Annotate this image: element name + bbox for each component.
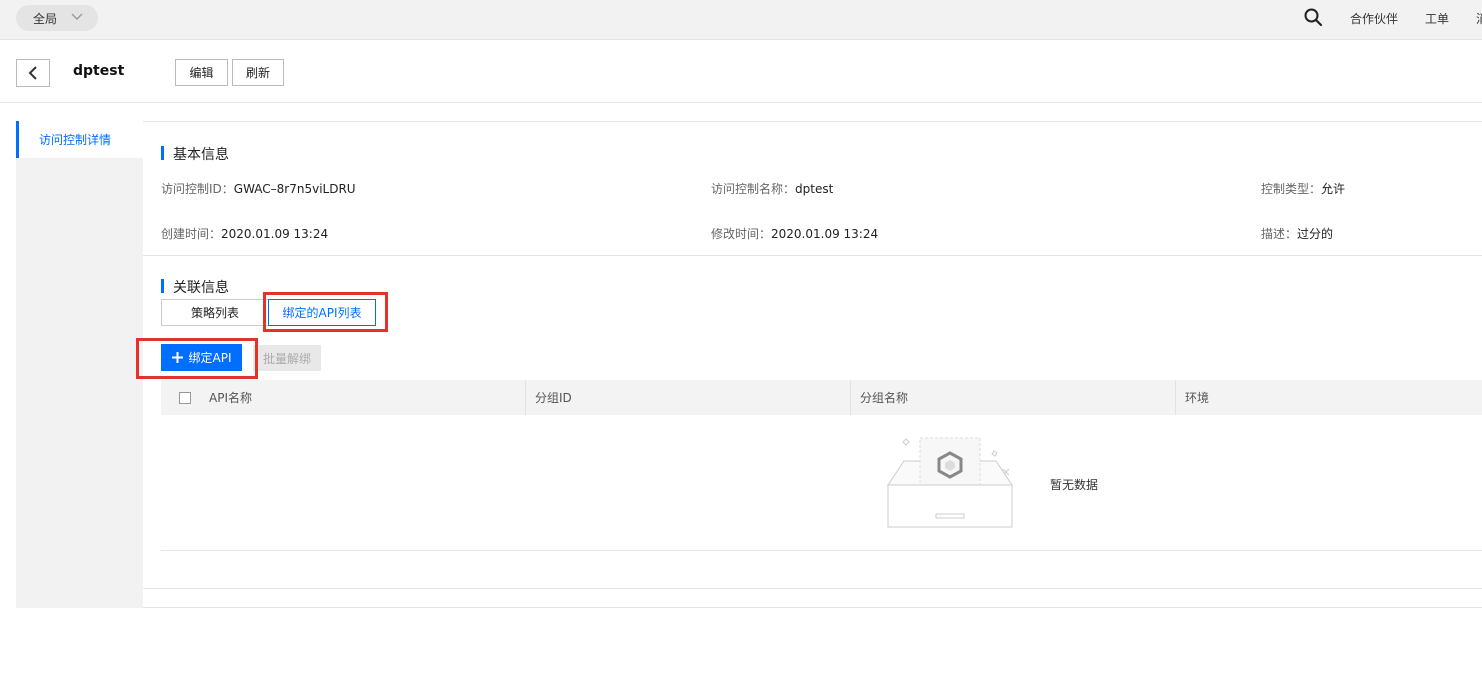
description: 描述：过分的 xyxy=(1261,225,1333,242)
partner-link[interactable]: 合作伙伴 xyxy=(1350,10,1398,27)
top-bar: 全局 合作伙伴 工单 消 xyxy=(0,0,1482,40)
search-icon[interactable] xyxy=(1303,7,1323,27)
field-label: 访问控制ID： xyxy=(161,182,234,196)
select-all-checkbox[interactable] xyxy=(179,392,191,404)
basic-info-title: 基本信息 xyxy=(161,144,229,164)
table-header: API名称 分组ID 分组名称 环境 xyxy=(161,380,1482,415)
chevron-left-icon xyxy=(28,66,37,80)
section-divider xyxy=(143,255,1482,256)
column-api-name[interactable]: API名称 xyxy=(209,380,252,415)
message-link[interactable]: 消 xyxy=(1476,10,1482,27)
page-title: dptest xyxy=(73,63,125,79)
empty-box-icon xyxy=(887,437,1013,528)
created-time: 创建时间：2020.01.09 13:24 xyxy=(161,225,328,242)
batch-unbind-button[interactable]: 批量解绑 xyxy=(253,345,321,371)
field-value: 2020.01.09 13:24 xyxy=(221,227,329,241)
field-label: 创建时间： xyxy=(161,227,222,241)
column-divider xyxy=(525,380,526,415)
field-value: dptest xyxy=(795,182,834,196)
access-control-id: 访问控制ID：GWAC–8r7n5viLDRU xyxy=(161,180,356,197)
table-bottom-line xyxy=(161,550,1482,551)
tab-bound-api-list[interactable]: 绑定的API列表 xyxy=(268,299,376,326)
ticket-link[interactable]: 工单 xyxy=(1425,10,1449,27)
access-control-name: 访问控制名称：dptest xyxy=(711,180,833,197)
control-type: 控制类型：允许 xyxy=(1261,180,1345,197)
empty-text: 暂无数据 xyxy=(1050,478,1099,492)
region-label: 全局 xyxy=(33,11,58,26)
bind-api-button[interactable]: 绑定API xyxy=(161,344,242,371)
side-nav: 访问控制详情 xyxy=(16,121,143,608)
column-environment[interactable]: 环境 xyxy=(1185,380,1209,415)
column-divider xyxy=(850,380,851,415)
bind-api-label: 绑定API xyxy=(188,351,232,365)
back-button[interactable] xyxy=(16,59,50,87)
field-value: 允许 xyxy=(1321,182,1346,196)
related-info-title: 关联信息 xyxy=(161,277,229,297)
field-label: 控制类型： xyxy=(1261,182,1322,196)
field-value: GWAC–8r7n5viLDRU xyxy=(233,182,356,196)
region-select[interactable]: 全局 xyxy=(16,5,98,31)
column-group-id[interactable]: 分组ID xyxy=(535,380,572,415)
field-label: 修改时间： xyxy=(711,227,772,241)
field-label: 访问控制名称： xyxy=(711,182,796,196)
field-label: 描述： xyxy=(1261,227,1298,241)
sidebar-item-label: 访问控制详情 xyxy=(39,133,112,147)
chevron-down-icon xyxy=(71,13,83,20)
refresh-button[interactable]: 刷新 xyxy=(232,59,284,86)
header-divider xyxy=(0,102,1482,103)
field-value: 过分的 xyxy=(1297,227,1334,241)
tab-policy-list[interactable]: 策略列表 xyxy=(161,299,269,326)
panel-bottom-line xyxy=(143,588,1482,589)
sidebar-item-access-control-detail[interactable]: 访问控制详情 xyxy=(16,121,143,158)
plus-icon xyxy=(171,352,183,363)
modified-time: 修改时间：2020.01.09 13:24 xyxy=(711,225,878,242)
field-value: 2020.01.09 13:24 xyxy=(771,227,879,241)
column-divider xyxy=(1175,380,1176,415)
edit-button[interactable]: 编辑 xyxy=(175,59,228,86)
column-group-name[interactable]: 分组名称 xyxy=(860,380,908,415)
